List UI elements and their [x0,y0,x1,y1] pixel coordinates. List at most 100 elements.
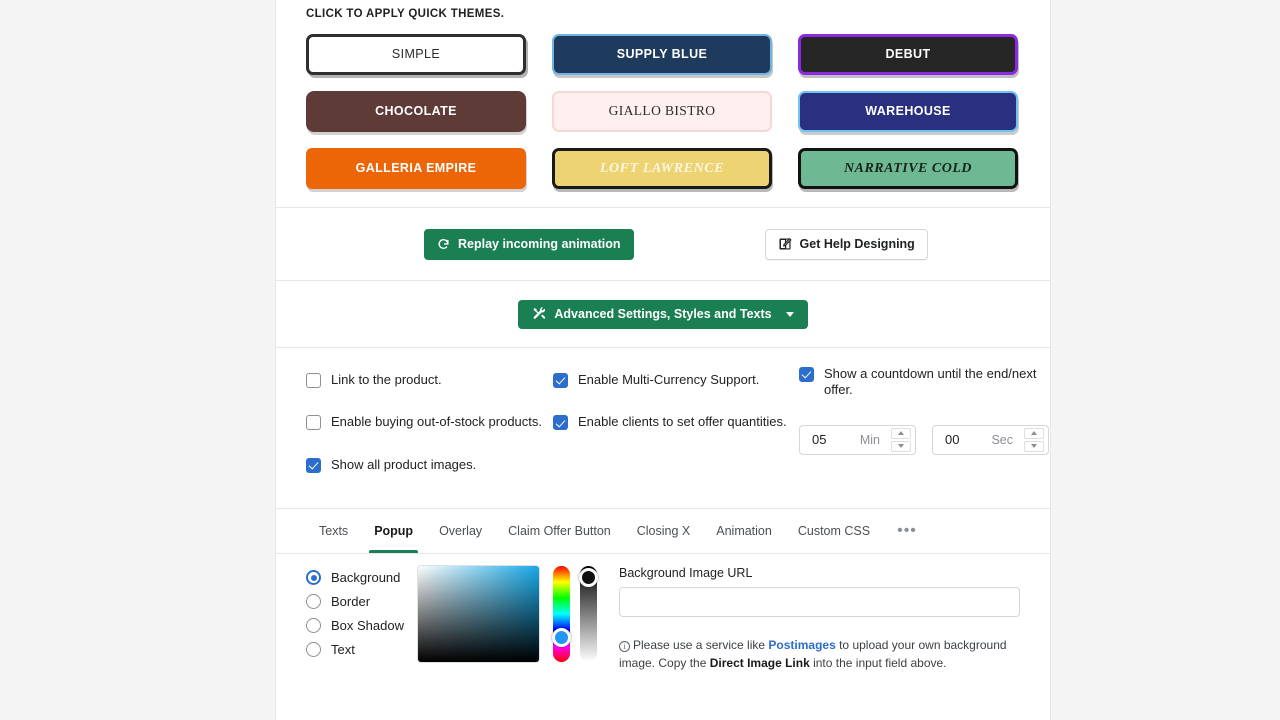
tab-overlay[interactable]: Overlay [426,509,495,553]
theme-button-simple[interactable]: SIMPLE [306,34,526,75]
brightness-slider-thumb[interactable] [579,568,598,587]
theme-button-galleria-empire[interactable]: GALLERIA EMPIRE [306,148,526,189]
background-image-help-text: i Please use a service like Postimages to… [619,636,1019,672]
tab-animation[interactable]: Animation [703,509,785,553]
radio-row-border[interactable]: Border [306,594,418,609]
radio-background[interactable] [306,570,321,585]
tab-custom-css[interactable]: Custom CSS [785,509,883,553]
seconds-increment-button[interactable] [1024,427,1044,439]
background-image-url-input[interactable] [619,587,1020,617]
option-countdown-label: Show a countdown until the end/next offe… [824,366,1037,398]
color-sliders [552,566,598,672]
replay-animation-button[interactable]: Replay incoming animation [424,228,634,260]
get-help-designing-label: Get Help Designing [799,237,915,251]
caret-up-icon [1031,431,1037,435]
hue-slider[interactable] [552,566,571,662]
seconds-value[interactable]: 00 [933,432,959,447]
tab-claim-offer-button[interactable]: Claim Offer Button [495,509,624,553]
radio-text-label: Text [331,642,355,657]
option-link-to-product[interactable]: Link to the product. [306,372,556,388]
option-show-all-images[interactable]: Show all product images. [306,457,556,473]
seconds-arrows [1024,427,1044,452]
checkbox-link-to-product[interactable] [306,373,321,388]
picker-target-radios: Background Border Box Shadow Text [306,566,418,672]
edit-square-icon [778,237,792,251]
seconds-unit-label: Sec [991,432,1013,447]
option-offer-quantities-label: Enable clients to set offer quantities. [578,414,787,430]
minutes-arrows [891,427,911,452]
caret-up-icon [898,431,904,435]
checkbox-out-of-stock[interactable] [306,415,321,431]
advanced-settings-row: Advanced Settings, Styles and Texts [276,281,1050,347]
background-image-url-label: Background Image URL [619,566,753,580]
options-section: Link to the product. Enable buying out-o… [276,348,1050,508]
theme-button-warehouse[interactable]: WAREHOUSE [798,91,1018,132]
minutes-stepper[interactable]: 05 Min [799,424,916,455]
minutes-decrement-button[interactable] [891,440,911,452]
theme-button-chocolate[interactable]: CHOCOLATE [306,91,526,132]
option-multi-currency-label: Enable Multi-Currency Support. [578,372,760,387]
radio-background-label: Background [331,570,401,585]
quick-themes-section: CLICK TO APPLY QUICK THEMES. SIMPLE SUPP… [276,0,1050,207]
brightness-slider[interactable] [579,566,598,662]
option-out-of-stock-label: Enable buying out-of-stock products. [331,414,543,430]
radio-row-background[interactable]: Background [306,570,418,585]
checkbox-countdown[interactable] [799,367,814,382]
option-link-to-product-label: Link to the product. [331,372,442,387]
get-help-designing-button[interactable]: Get Help Designing [764,228,928,260]
info-icon: i [619,641,630,652]
option-offer-quantities[interactable]: Enable clients to set offer quantities. [553,414,788,431]
tab-popup[interactable]: Popup [361,509,426,553]
checkbox-multi-currency[interactable] [553,373,568,388]
radio-border[interactable] [306,594,321,609]
chevron-down-icon [785,311,794,317]
checkbox-offer-quantities[interactable] [553,415,568,431]
options-column-1: Link to the product. Enable buying out-o… [306,372,556,499]
theme-button-narrative-cold[interactable]: NARRATIVE COLD [798,148,1018,189]
right-gutter [1050,0,1280,720]
tabs-overflow-button[interactable]: ••• [883,522,931,540]
help-prefix: Please use a service like [633,638,769,652]
caret-down-icon [898,444,904,448]
theme-button-debut[interactable]: DEBUT [798,34,1018,75]
seconds-stepper[interactable]: 00 Sec [932,424,1049,455]
option-countdown[interactable]: Show a countdown until the end/next offe… [799,366,1049,399]
minutes-increment-button[interactable] [891,427,911,439]
option-out-of-stock[interactable]: Enable buying out-of-stock products. [306,414,556,431]
help-bold: Direct Image Link [709,656,810,670]
quick-themes-heading: CLICK TO APPLY QUICK THEMES. [306,8,505,20]
color-picker-section: Background Border Box Shadow Text Backgr… [276,554,1050,672]
tools-icon [532,307,546,321]
theme-grid: SIMPLE SUPPLY BLUE DEBUT CHOCOLATE GIALL… [306,34,1020,189]
help-suffix: into the input field above. [809,656,947,670]
checkbox-show-all-images[interactable] [306,457,321,473]
radio-row-text[interactable]: Text [306,642,418,657]
settings-panel: CLICK TO APPLY QUICK THEMES. SIMPLE SUPP… [276,0,1050,720]
app-root: CLICK TO APPLY QUICK THEMES. SIMPLE SUPP… [0,0,1280,720]
option-show-all-images-label: Show all product images. [331,456,477,472]
tab-texts[interactable]: Texts [306,509,361,553]
theme-button-giallo-bistro[interactable]: GIALLO BISTRO [552,91,772,132]
options-column-2: Enable Multi-Currency Support. Enable cl… [553,372,788,457]
tab-closing-x[interactable]: Closing X [624,509,704,553]
countdown-timer-row: 05 Min 00 Sec [799,424,1049,455]
minutes-value[interactable]: 05 [800,432,826,447]
hue-slider-thumb[interactable] [552,628,571,647]
radio-row-box-shadow[interactable]: Box Shadow [306,618,418,633]
radio-text[interactable] [306,642,321,657]
theme-button-supply-blue[interactable]: SUPPLY BLUE [552,34,772,75]
theme-button-loft-lawrence[interactable]: LOFT LAWRENCE [552,148,772,189]
caret-down-icon [1031,444,1037,448]
radio-box-shadow[interactable] [306,618,321,633]
style-tabs: Texts Popup Overlay Claim Offer Button C… [276,509,1050,553]
background-image-column: Background Image URL i Please use a servi… [619,566,1020,672]
refresh-icon [437,238,450,251]
saturation-value-area[interactable] [417,566,539,662]
option-multi-currency[interactable]: Enable Multi-Currency Support. [553,372,788,388]
seconds-decrement-button[interactable] [1024,440,1044,452]
advanced-settings-button[interactable]: Advanced Settings, Styles and Texts [518,299,808,329]
radio-box-shadow-label: Box Shadow [331,618,404,633]
replay-animation-label: Replay incoming animation [458,237,621,251]
advanced-settings-label: Advanced Settings, Styles and Texts [554,307,772,321]
postimages-link[interactable]: Postimages [768,638,835,652]
